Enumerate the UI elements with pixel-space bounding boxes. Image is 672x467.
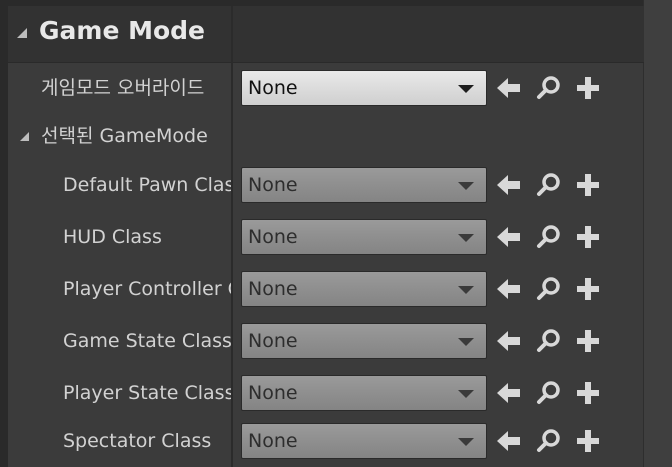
add-new-button[interactable]	[573, 70, 603, 106]
arrow-left-icon	[497, 175, 520, 195]
arrow-left-icon	[497, 331, 520, 351]
browse-button[interactable]	[534, 423, 564, 459]
hud-class-combo[interactable]: None	[241, 219, 487, 255]
combo-value: None	[248, 226, 298, 248]
browse-button[interactable]	[534, 219, 564, 255]
property-label: HUD Class	[63, 226, 162, 248]
use-selected-button[interactable]	[494, 167, 524, 203]
panel-frame-left	[0, 0, 8, 467]
category-header-game-mode[interactable]: Game Mode	[8, 6, 644, 63]
category-title: Game Mode	[39, 16, 206, 45]
use-selected-button[interactable]	[494, 323, 524, 359]
add-new-button[interactable]	[573, 167, 603, 203]
plus-icon	[577, 226, 599, 248]
add-new-button[interactable]	[573, 219, 603, 255]
plus-icon	[577, 174, 599, 196]
property-row-spectator-class: Spectator Class None	[8, 415, 644, 467]
plus-icon	[577, 330, 599, 352]
combo-value: None	[248, 174, 298, 196]
collapse-triangle-icon[interactable]	[20, 132, 29, 141]
property-row-default-pawn-class: Default Pawn Class None	[8, 159, 644, 211]
search-icon	[537, 225, 560, 248]
chevron-down-icon[interactable]	[458, 234, 474, 242]
player-state-class-combo[interactable]: None	[241, 375, 487, 411]
details-panel: Game Mode 게임모드 오버라이드 None 선택된 GameMode D…	[0, 0, 672, 467]
property-row-game-state-class: Game State Class None	[8, 315, 644, 367]
plus-icon	[577, 430, 599, 452]
combo-value: None	[248, 430, 298, 452]
search-icon	[537, 76, 560, 99]
chevron-down-icon[interactable]	[458, 438, 474, 446]
property-row-player-state-class: Player State Class None	[8, 367, 644, 419]
plus-icon	[577, 278, 599, 300]
plus-icon	[577, 77, 599, 99]
combo-value: None	[248, 278, 298, 300]
add-new-button[interactable]	[573, 271, 603, 307]
browse-button[interactable]	[534, 167, 564, 203]
browse-button[interactable]	[534, 271, 564, 307]
property-label: Game State Class	[63, 330, 231, 352]
use-selected-button[interactable]	[494, 375, 524, 411]
combo-value: None	[248, 77, 298, 99]
search-icon	[537, 329, 560, 352]
game-state-class-combo[interactable]: None	[241, 323, 487, 359]
search-icon	[537, 429, 560, 452]
add-new-button[interactable]	[573, 375, 603, 411]
arrow-left-icon	[497, 383, 520, 403]
property-label: 게임모드 오버라이드	[41, 77, 205, 99]
arrow-left-icon	[497, 227, 520, 247]
property-row-hud-class: HUD Class None	[8, 211, 644, 263]
default-pawn-class-combo[interactable]: None	[241, 167, 487, 203]
use-selected-button[interactable]	[494, 271, 524, 307]
chevron-down-icon[interactable]	[458, 85, 474, 93]
arrow-left-icon	[497, 78, 520, 98]
search-icon	[537, 381, 560, 404]
property-row-player-controller-class: Player Controller Class None	[8, 263, 644, 315]
panel-scrollbar-track[interactable]	[644, 0, 672, 467]
chevron-down-icon[interactable]	[458, 286, 474, 294]
plus-icon	[577, 382, 599, 404]
use-selected-button[interactable]	[494, 219, 524, 255]
property-label: Default Pawn Class	[63, 174, 231, 196]
add-new-button[interactable]	[573, 323, 603, 359]
search-icon	[537, 277, 560, 300]
group-label: 선택된 GameMode	[41, 125, 208, 147]
combo-value: None	[248, 330, 298, 352]
chevron-down-icon[interactable]	[458, 182, 474, 190]
chevron-down-icon[interactable]	[458, 390, 474, 398]
browse-button[interactable]	[534, 70, 564, 106]
property-label: Player State Class	[63, 382, 231, 404]
use-selected-button[interactable]	[494, 70, 524, 106]
spectator-class-combo[interactable]: None	[241, 423, 487, 459]
combo-value: None	[248, 382, 298, 404]
group-header-selected-gamemode[interactable]: 선택된 GameMode	[8, 110, 644, 162]
player-controller-class-combo[interactable]: None	[241, 271, 487, 307]
collapse-triangle-icon[interactable]	[17, 28, 27, 38]
arrow-left-icon	[497, 431, 520, 451]
property-label: Spectator Class	[63, 430, 212, 452]
use-selected-button[interactable]	[494, 423, 524, 459]
search-icon	[537, 173, 560, 196]
property-label: Player Controller Class	[63, 278, 231, 300]
add-new-button[interactable]	[573, 423, 603, 459]
chevron-down-icon[interactable]	[458, 338, 474, 346]
browse-button[interactable]	[534, 323, 564, 359]
arrow-left-icon	[497, 279, 520, 299]
property-row-gamemode-override: 게임모드 오버라이드 None	[8, 62, 644, 114]
browse-button[interactable]	[534, 375, 564, 411]
gamemode-override-combo[interactable]: None	[241, 70, 487, 106]
